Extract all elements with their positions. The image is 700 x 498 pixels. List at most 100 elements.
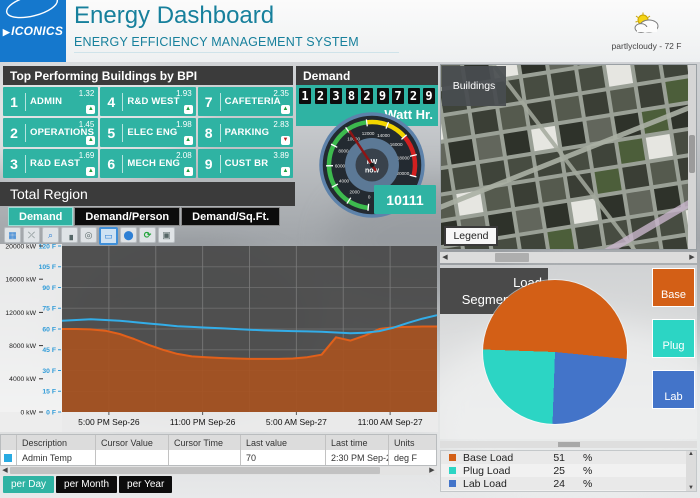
table-row[interactable]: Plug Load 25 % bbox=[441, 464, 696, 477]
map-horizontal-scrollbar[interactable]: ◀ ▶ bbox=[440, 252, 697, 263]
trend-icon[interactable]: ▗ bbox=[61, 227, 78, 243]
zoom-icon[interactable]: ⌕ bbox=[42, 227, 59, 243]
trend-up-icon: ▲ bbox=[86, 105, 96, 114]
trend-up-icon: ▲ bbox=[281, 105, 290, 114]
trend-up-icon: ▲ bbox=[281, 167, 290, 176]
panel-icon[interactable]: ▭ bbox=[99, 227, 118, 245]
svg-text:120 F: 120 F bbox=[39, 244, 56, 250]
counter-digit: 9 bbox=[376, 88, 389, 104]
scroll-right-icon[interactable]: ▶ bbox=[687, 252, 697, 263]
trend-up-icon: ▲ bbox=[183, 105, 193, 114]
svg-text:18000: 18000 bbox=[397, 156, 410, 161]
load-segmentation-panel: Load Segmentation Base Plug Lab bbox=[440, 265, 697, 439]
tab-per-day[interactable]: per Day bbox=[3, 476, 55, 493]
svg-text:12000 kW: 12000 kW bbox=[5, 310, 36, 317]
chart-toolbar: ▦ ⤫ ⌕ ▗ ◎ ▭ ⬤ ⟳ ▣ bbox=[4, 227, 175, 245]
svg-text:now: now bbox=[365, 168, 380, 175]
weather-widget: partlycloudy - 72 F bbox=[599, 12, 694, 51]
legend-button-lab[interactable]: Lab bbox=[652, 370, 695, 409]
app-header: ▶ICONICS Energy Dashboard ENERGY EFFICIE… bbox=[0, 0, 700, 62]
counter-digits: 123829729 bbox=[299, 88, 435, 104]
scroll-left-icon[interactable]: ◀ bbox=[0, 465, 10, 476]
page-subtitle: ENERGY EFFICIENCY MANAGEMENT SYSTEM bbox=[74, 35, 399, 53]
table-horizontal-scrollbar[interactable]: ◀ ▶ bbox=[0, 466, 437, 475]
logo-text: ICONICS bbox=[11, 24, 64, 38]
comment-icon[interactable]: ⬤ bbox=[120, 227, 137, 243]
building-tile-rd-east[interactable]: 3 R&D EAST 1.69 ▲ bbox=[3, 149, 99, 178]
building-tile-operations[interactable]: 2 OPERATIONS 1.45 ▲ bbox=[3, 118, 99, 147]
svg-text:0: 0 bbox=[368, 195, 371, 200]
legend-button-base[interactable]: Base bbox=[652, 268, 695, 307]
building-tile-admin[interactable]: 1 ADMIN 1.32 ▲ bbox=[3, 87, 99, 116]
building-tile-parking[interactable]: 8 PARKING 2.83 ▼ bbox=[197, 118, 293, 147]
table-row[interactable]: Base Load 51 % bbox=[441, 451, 696, 464]
demand-trend-chart[interactable]: 0 F 15 F 30 F 45 F 60 F 75 F 90 F 105 F 120 F 0 k… bbox=[0, 243, 438, 432]
trend-up-icon: ▲ bbox=[183, 167, 193, 176]
svg-text:15 F: 15 F bbox=[42, 389, 56, 396]
map-buildings-dropdown[interactable]: Buildings bbox=[442, 66, 506, 106]
period-tabs: per Day per Month per Year bbox=[3, 476, 173, 493]
counter-digit: 2 bbox=[407, 88, 420, 104]
logo-arrow-icon: ▶ bbox=[2, 27, 11, 37]
total-region-title: Total Region bbox=[0, 182, 295, 206]
building-tile-cafeteria[interactable]: 7 CAFETERIA 2.35 ▲ bbox=[197, 87, 293, 116]
energy-dashboard: ▶ICONICS Energy Dashboard ENERGY EFFICIE… bbox=[0, 0, 700, 498]
svg-text:8000 kW: 8000 kW bbox=[9, 343, 36, 350]
scroll-right-icon[interactable]: ▶ bbox=[427, 465, 437, 476]
svg-text:20000: 20000 bbox=[397, 171, 410, 176]
building-tile-elec-eng[interactable]: 5 ELEC ENG 1.98 ▲ bbox=[100, 118, 196, 147]
scrollbar-thumb[interactable] bbox=[495, 253, 529, 262]
chart-legend-table: Description Cursor Value Cursor Time Las… bbox=[0, 434, 437, 466]
load-vertical-scrollbar[interactable]: ▲ ▼ bbox=[686, 451, 696, 491]
svg-text:12000: 12000 bbox=[362, 131, 375, 136]
map-vertical-scrollbar[interactable] bbox=[688, 65, 696, 249]
tab-per-year[interactable]: per Year bbox=[119, 476, 173, 493]
building-tile-cust-br[interactable]: 9 CUST BR 3.89 ▲ bbox=[197, 149, 293, 178]
top-buildings-title: Top Performing Buildings by BPI bbox=[3, 66, 293, 85]
scroll-left-icon[interactable]: ◀ bbox=[440, 252, 450, 263]
table-row[interactable]: Admin Temp 70 2:30 PM Sep-27 deg F bbox=[1, 450, 436, 465]
scrollbar-thumb[interactable] bbox=[10, 467, 380, 474]
save-icon[interactable]: ▣ bbox=[158, 227, 175, 243]
counter-digit: 9 bbox=[423, 88, 435, 104]
tab-demand[interactable]: Demand bbox=[8, 207, 74, 226]
tab-demand-person[interactable]: Demand/Person bbox=[74, 207, 181, 226]
refresh-icon[interactable]: ⟳ bbox=[139, 227, 156, 243]
page-title: Energy Dashboard bbox=[74, 2, 275, 29]
series-swatch bbox=[449, 454, 456, 461]
table-header-row: Description Cursor Value Cursor Time Las… bbox=[1, 435, 436, 450]
logo-swoosh-icon bbox=[5, 0, 59, 19]
iconics-logo: ▶ICONICS bbox=[0, 0, 66, 62]
svg-text:16000: 16000 bbox=[390, 142, 403, 147]
chart-type-icon[interactable]: ▦ bbox=[4, 227, 21, 243]
svg-text:5:00 AM Sep-27: 5:00 AM Sep-27 bbox=[266, 417, 327, 427]
building-tile-mech-eng[interactable]: 6 MECH ENG 2.08 ▲ bbox=[100, 149, 196, 178]
svg-text:60 F: 60 F bbox=[42, 326, 56, 333]
zoom-xy-icon[interactable]: ⤫ bbox=[23, 227, 40, 243]
series-swatch bbox=[449, 467, 456, 474]
trend-up-icon: ▲ bbox=[183, 136, 193, 145]
load-horizontal-scrollbar[interactable] bbox=[440, 441, 697, 448]
counter-digit: 1 bbox=[299, 88, 311, 104]
demand-title: Demand bbox=[296, 66, 438, 85]
building-tile-rd-west[interactable]: 4 R&D WEST 1.93 ▲ bbox=[100, 87, 196, 116]
load-segmentation-pie bbox=[483, 280, 627, 424]
svg-text:45 F: 45 F bbox=[42, 347, 56, 354]
trend-down-icon: ▼ bbox=[281, 136, 290, 145]
target-icon[interactable]: ◎ bbox=[80, 227, 97, 243]
campus-map[interactable]: Buildings Legend bbox=[440, 64, 697, 250]
total-region-tabs: Demand Demand/Person Demand/Sq.Ft. bbox=[8, 207, 281, 226]
map-legend-button[interactable]: Legend bbox=[444, 226, 498, 246]
svg-text:2000: 2000 bbox=[349, 190, 360, 195]
counter-digit: 7 bbox=[392, 88, 404, 104]
svg-text:30 F: 30 F bbox=[42, 368, 56, 375]
weather-label: partlycloudy - 72 F bbox=[611, 41, 682, 51]
tab-demand-sqft[interactable]: Demand/Sq.Ft. bbox=[181, 207, 281, 226]
counter-digit: 3 bbox=[330, 88, 342, 104]
tab-per-month[interactable]: per Month bbox=[56, 476, 118, 493]
building-tile-grid: 1 ADMIN 1.32 ▲ 4 R&D WEST 1.93 ▲ 7 CAFETERIA 2.3… bbox=[3, 87, 293, 178]
partly-cloudy-icon bbox=[634, 12, 658, 33]
legend-button-plug[interactable]: Plug bbox=[652, 319, 695, 358]
svg-text:4000 kW: 4000 kW bbox=[9, 376, 36, 383]
table-row[interactable]: Lab Load 24 % bbox=[441, 477, 696, 490]
